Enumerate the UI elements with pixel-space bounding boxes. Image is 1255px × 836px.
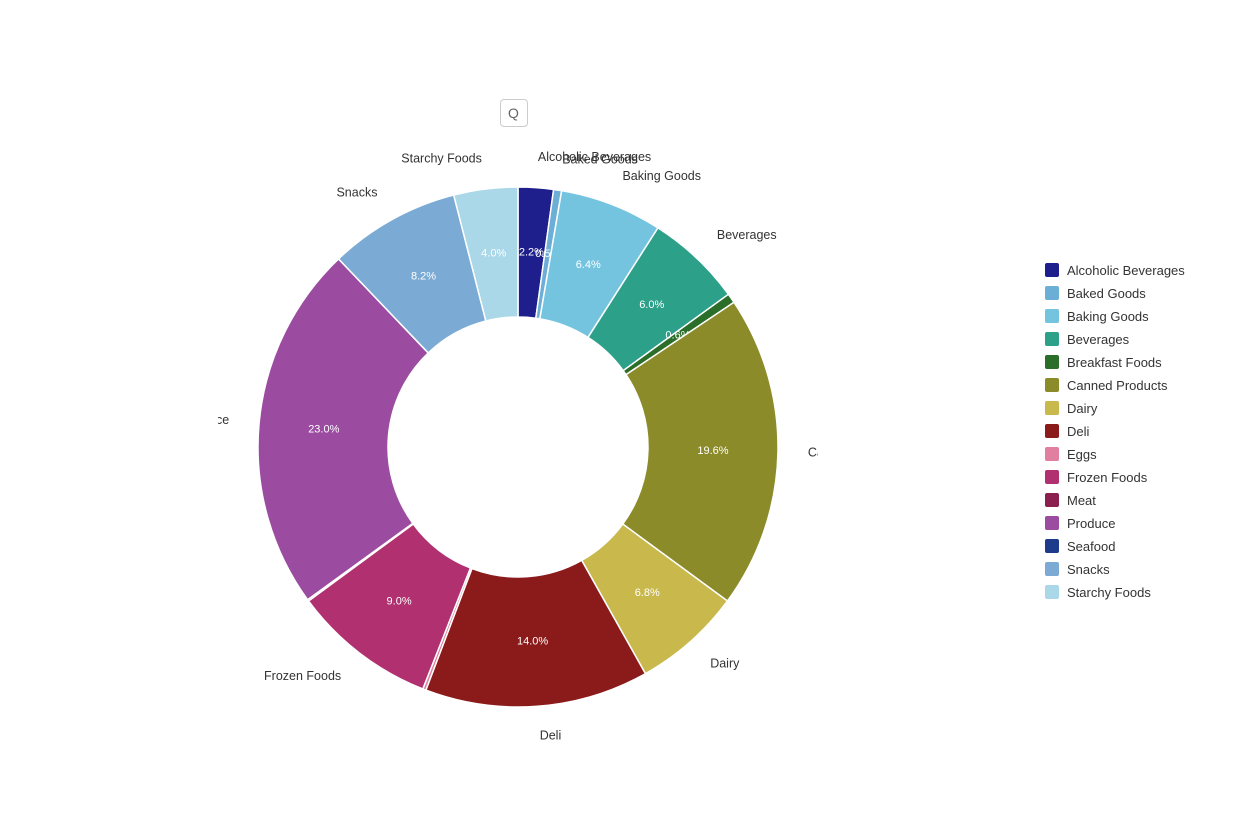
legend-item: Starchy Foods	[1045, 585, 1245, 600]
legend-item: Baking Goods	[1045, 309, 1245, 324]
legend-item: Seafood	[1045, 539, 1245, 554]
segment-outer-label: Baking Goods	[622, 169, 701, 183]
legend-item: Dairy	[1045, 401, 1245, 416]
legend-item-label: Frozen Foods	[1067, 470, 1147, 485]
legend-item-label: Beverages	[1067, 332, 1129, 347]
donut-chart: 2.2%Alcoholic Beverages0.5%Baked Goods6.…	[218, 147, 818, 747]
segment-value-label: 23.0%	[308, 423, 339, 435]
segment-value-label: 6.4%	[575, 259, 600, 271]
donut-svg: 2.2%Alcoholic Beverages0.5%Baked Goods6.…	[218, 147, 818, 747]
segment-value-label: 14.0%	[516, 635, 547, 647]
legend-item: Alcoholic Beverages	[1045, 263, 1245, 278]
legend-item-label: Baked Goods	[1067, 286, 1146, 301]
legend-item-label: Dairy	[1067, 401, 1097, 416]
legend-items: Alcoholic Beverages Baked Goods Baking G…	[1045, 263, 1245, 600]
segment-outer-label: Starchy Foods	[401, 152, 482, 166]
segment-outer-label: Canned Products	[807, 446, 817, 460]
legend-item-label: Starchy Foods	[1067, 585, 1151, 600]
legend-color-swatch	[1045, 470, 1059, 484]
legend-item-label: Deli	[1067, 424, 1089, 439]
legend-item-label: Meat	[1067, 493, 1096, 508]
legend-item: Eggs	[1045, 447, 1245, 462]
segment-outer-label: Deli	[539, 728, 561, 742]
title-bar: Q	[500, 99, 536, 127]
segment-outer-label: Frozen Foods	[264, 669, 341, 683]
legend-item-label: Produce	[1067, 516, 1115, 531]
legend-color-swatch	[1045, 355, 1059, 369]
legend-color-swatch	[1045, 539, 1059, 553]
legend-color-swatch	[1045, 493, 1059, 507]
segment-value-label: 6.0%	[639, 299, 664, 311]
legend-color-swatch	[1045, 332, 1059, 346]
legend-item-label: Breakfast Foods	[1067, 355, 1162, 370]
segment-value-label: 9.0%	[386, 595, 411, 607]
segment-outer-label: Dairy	[710, 656, 740, 670]
legend-item-label: Snacks	[1067, 562, 1110, 577]
legend-color-swatch	[1045, 286, 1059, 300]
legend-item: Baked Goods	[1045, 286, 1245, 301]
legend-item-label: Eggs	[1067, 447, 1097, 462]
segment-outer-label: Produce	[218, 413, 229, 427]
legend-item: Frozen Foods	[1045, 470, 1245, 485]
legend-item-label: Alcoholic Beverages	[1067, 263, 1185, 278]
segment-outer-label: Baked Goods	[562, 153, 638, 167]
legend-item: Snacks	[1045, 562, 1245, 577]
legend-color-swatch	[1045, 516, 1059, 530]
legend-panel: Alcoholic Beverages Baked Goods Baking G…	[1035, 229, 1255, 628]
segment-value-label: 19.6%	[697, 445, 728, 457]
legend-color-swatch	[1045, 309, 1059, 323]
legend-item: Breakfast Foods	[1045, 355, 1245, 370]
legend-item: Produce	[1045, 516, 1245, 531]
legend-item-label: Canned Products	[1067, 378, 1167, 393]
segment-value-label: 6.8%	[634, 587, 659, 599]
legend-item: Beverages	[1045, 332, 1245, 347]
legend-color-swatch	[1045, 378, 1059, 392]
legend-color-swatch	[1045, 401, 1059, 415]
legend-color-swatch	[1045, 424, 1059, 438]
legend-item-label: Seafood	[1067, 539, 1115, 554]
legend-item-label: Baking Goods	[1067, 309, 1149, 324]
legend-item: Canned Products	[1045, 378, 1245, 393]
segment-value-label: 8.2%	[410, 270, 435, 282]
legend-color-swatch	[1045, 562, 1059, 576]
segment-outer-label: Beverages	[716, 228, 776, 242]
search-icon: Q	[500, 99, 528, 127]
legend-color-swatch	[1045, 447, 1059, 461]
legend-color-swatch	[1045, 263, 1059, 277]
legend-item: Deli	[1045, 424, 1245, 439]
legend-item: Meat	[1045, 493, 1245, 508]
segment-value-label: 4.0%	[481, 247, 506, 259]
segment-outer-label: Snacks	[336, 186, 377, 200]
legend-color-swatch	[1045, 585, 1059, 599]
